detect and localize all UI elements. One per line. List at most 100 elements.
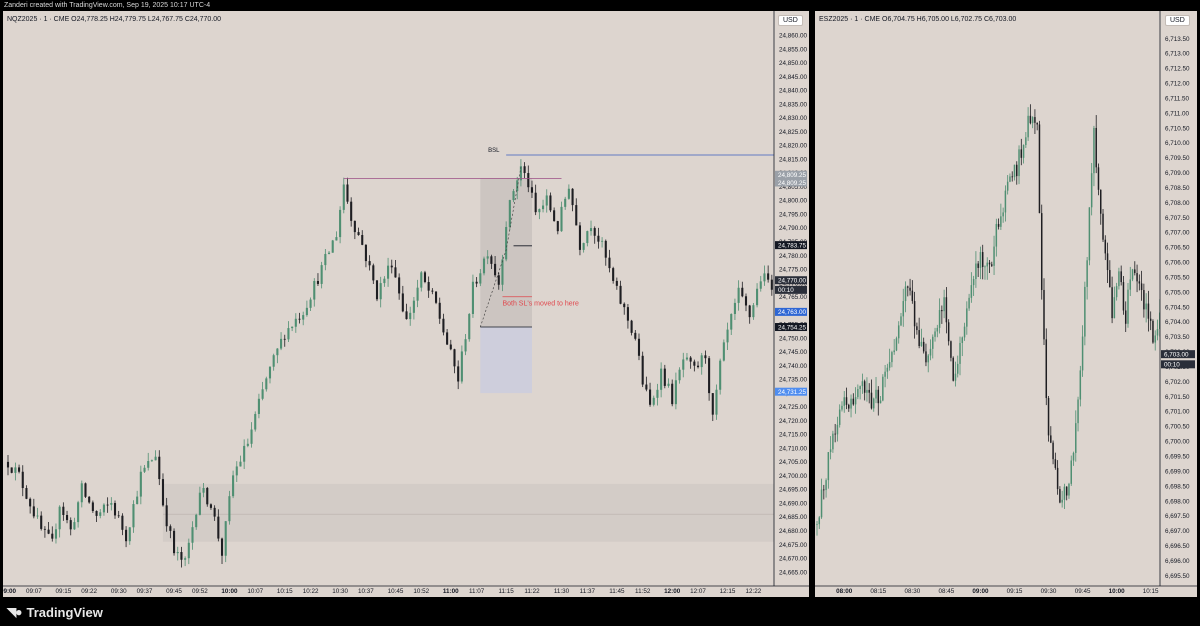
candle-body: [1031, 117, 1034, 124]
candle-body: [232, 475, 235, 497]
candle-body: [291, 326, 294, 329]
y-tick-label: 6,709.00: [1165, 170, 1190, 177]
tradingview-logo[interactable]: ◥● TradingView: [7, 604, 103, 620]
candle-body: [1147, 303, 1150, 319]
candle-body: [619, 285, 622, 304]
nq-currency-button[interactable]: USD: [778, 15, 803, 26]
chart-snapshot-header: Zanderi created with TradingView.com, Se…: [0, 0, 1200, 11]
candle-body: [58, 506, 61, 530]
candle-body: [257, 398, 260, 414]
candle-body: [283, 338, 286, 340]
y-tick-label: 6,706.00: [1165, 260, 1190, 267]
candle-body: [961, 337, 964, 343]
candle-body: [950, 341, 952, 358]
candle-body: [265, 378, 268, 390]
candle-body: [1122, 282, 1125, 311]
candle-body: [963, 326, 966, 338]
candle-body: [95, 510, 98, 516]
candle-body: [43, 528, 46, 530]
candle-body: [324, 253, 327, 266]
candle-body: [719, 360, 722, 390]
y-tick-label: 24,860.00: [779, 33, 808, 40]
x-tick-label: 09:30: [1041, 588, 1057, 595]
candle-body: [453, 349, 456, 367]
candle-body: [294, 318, 297, 327]
candle-body: [375, 280, 379, 300]
x-tick-label: 11:22: [524, 588, 540, 595]
y-tick-label: 6,713.00: [1165, 51, 1190, 58]
candle-body: [40, 515, 43, 529]
candle-body: [1077, 399, 1079, 424]
candle-body: [350, 201, 353, 221]
es-currency-button[interactable]: USD: [1165, 15, 1190, 26]
x-tick-label: 10:22: [303, 588, 319, 595]
y-tick-label: 6,701.50: [1165, 394, 1190, 401]
candle-body: [1138, 281, 1141, 284]
candle-body: [818, 517, 821, 525]
candle-body: [298, 318, 301, 320]
x-tick-label: 09:45: [1075, 588, 1091, 595]
es-chart-panel[interactable]: 6,695.50 6,696.00 6,696.50 6,697.00 6,697.50…: [815, 11, 1197, 597]
candle-body: [331, 240, 334, 253]
candle-body: [879, 400, 882, 404]
candle-body: [246, 443, 249, 446]
nq-candlestick-chart[interactable]: BSL Both SL's moved to here 24,665.00 24,67…: [3, 11, 809, 597]
candle-body: [877, 389, 880, 404]
candle-body: [309, 299, 312, 308]
candle-body: [364, 244, 367, 262]
candle-body: [726, 329, 729, 343]
candle-body: [1038, 124, 1041, 214]
candle-body: [722, 342, 725, 361]
candle-body: [730, 314, 733, 330]
es-symbol-legend[interactable]: ESZ2025 · 1 · CME O6,704.75 H6,705.00 L6…: [819, 16, 1016, 23]
y-tick-label: 6,712.00: [1165, 81, 1190, 88]
y-tick-label: 6,711.00: [1165, 110, 1190, 117]
candle-body: [457, 366, 460, 382]
y-tick-label: 24,850.00: [779, 60, 808, 67]
candle-body: [339, 209, 342, 238]
candle-body: [770, 279, 773, 290]
y-tick-label: 6,708.50: [1165, 185, 1190, 192]
candle-body: [1050, 435, 1052, 443]
candle-body: [859, 386, 861, 390]
candle-body: [1070, 460, 1072, 484]
x-tick-label: 11:15: [499, 588, 515, 595]
candle-body: [866, 389, 868, 393]
candle-body: [139, 471, 142, 497]
candle-body: [972, 279, 975, 286]
y-tick-label: 6,705.50: [1165, 274, 1190, 281]
y-tick-label: 6,706.50: [1165, 245, 1190, 252]
candle-body: [10, 467, 13, 473]
candle-body: [861, 381, 864, 387]
x-tick-label: 09:22: [81, 588, 97, 595]
candle-body: [420, 272, 423, 288]
candle-body: [1149, 318, 1152, 321]
candle-body: [409, 312, 412, 320]
candle-body: [593, 228, 596, 236]
candle-body: [1068, 483, 1070, 496]
candle-body: [368, 261, 371, 266]
es-candlestick-chart[interactable]: 6,695.50 6,696.00 6,696.50 6,697.00 6,697.50…: [815, 11, 1197, 597]
candle-body: [932, 336, 934, 349]
candle-body: [956, 363, 959, 374]
candle-body: [913, 301, 916, 327]
candle-body: [327, 252, 331, 254]
candle-body: [84, 483, 87, 497]
candle-body: [674, 380, 677, 405]
y-tick-label: 6,708.00: [1165, 200, 1190, 207]
candle-body: [708, 358, 711, 394]
candle-body: [649, 389, 652, 405]
y-tick-label: 6,704.00: [1165, 319, 1190, 326]
candle-body: [941, 310, 943, 312]
candle-body: [272, 355, 275, 367]
y-tick-label: 24,710.00: [779, 445, 808, 452]
nq-symbol-legend[interactable]: NQZ2025 · 1 · CME O24,778.25 H24,779.75 …: [7, 16, 221, 23]
candle-body: [169, 526, 172, 531]
candle-body: [191, 527, 194, 543]
y-tick-label: 24,745.00: [779, 349, 808, 356]
nq-chart-panel[interactable]: BSL Both SL's moved to here 24,665.00 24,67…: [3, 11, 809, 597]
candle-body: [966, 308, 968, 327]
candle-body: [1129, 279, 1132, 290]
candle-body: [1022, 144, 1025, 158]
candle-body: [379, 283, 382, 300]
